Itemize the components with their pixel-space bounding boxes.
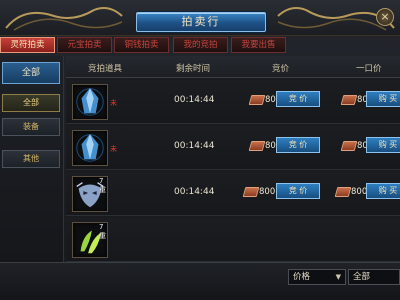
dragon-ornament-left-icon: [5, 7, 123, 31]
time-remaining: 00:14:44: [174, 187, 215, 197]
bid-price: 80: [265, 141, 276, 151]
close-button[interactable]: ×: [376, 8, 394, 26]
item-enhance-level: 7重: [99, 177, 106, 194]
item-slot[interactable]: 7重: [72, 222, 108, 258]
header-item: 竞拍道具: [88, 64, 123, 74]
talisman-coin-icon: [248, 95, 266, 105]
talisman-coin-icon: [340, 141, 358, 151]
buy-button[interactable]: 购 买: [366, 183, 400, 199]
talisman-coin-icon: [334, 187, 352, 197]
blue-crystal-icon: [76, 133, 104, 162]
caret-down-icon: ▼: [335, 273, 341, 281]
category-select[interactable]: 全部: [348, 269, 400, 285]
sidebar-item-other[interactable]: 其他: [2, 150, 60, 168]
bid-button[interactable]: 竞 价: [276, 183, 320, 199]
item-slot[interactable]: 7重: [72, 176, 108, 212]
list-header: 竞拍道具 剩余时间 竞价 一口价: [66, 56, 400, 78]
talisman-coin-icon: [340, 95, 358, 105]
bid-button[interactable]: 竞 价: [276, 91, 320, 107]
sidebar-item-equipment[interactable]: 装备: [2, 118, 60, 136]
tab-sell[interactable]: 我要出售: [231, 37, 286, 53]
table-row[interactable]: 未 00:14:44 80 竞 价 80 购 买: [66, 80, 400, 124]
item-slot[interactable]: [72, 130, 108, 166]
item-slot[interactable]: [72, 84, 108, 120]
sort-select-value: 价格: [293, 272, 311, 282]
sort-select[interactable]: 价格 ▼: [288, 269, 346, 285]
table-row[interactable]: 7重: [66, 218, 400, 262]
bid-button[interactable]: 竞 价: [276, 137, 320, 153]
time-remaining: 00:14:44: [174, 95, 215, 105]
bid-price: 800: [259, 187, 276, 197]
sidebar-item-all[interactable]: 全部: [2, 94, 60, 112]
category-select-value: 全部: [353, 272, 371, 282]
header-buyout: 一口价: [356, 64, 382, 74]
talisman-coin-icon: [248, 141, 266, 151]
buy-button[interactable]: 购 买: [366, 91, 400, 107]
buyout-price: 800: [351, 187, 368, 197]
talisman-coin-icon: [242, 187, 260, 197]
tab-bar: 灵符拍卖 元宝拍卖 铜钱拍卖 我的竞拍 我要出售: [0, 36, 400, 54]
blue-crystal-icon: [76, 87, 104, 116]
auction-list: 竞拍道具 剩余时间 竞价 一口价 未 00:14:44 80 竞 价 80 购 …: [66, 56, 400, 262]
tab-talisman-auction[interactable]: 灵符拍卖: [0, 37, 55, 53]
auction-window: 拍卖行 × 灵符拍卖 元宝拍卖 铜钱拍卖 我的竞拍 我要出售 全部 全部 装备 …: [0, 0, 400, 300]
header-ornament: 拍卖行 ×: [0, 0, 400, 36]
item-mark: 未: [110, 99, 117, 107]
tab-my-bids[interactable]: 我的竞拍: [173, 37, 228, 53]
tab-copper-auction[interactable]: 铜钱拍卖: [114, 37, 169, 53]
header-time: 剩余时间: [176, 64, 211, 74]
bid-price: 80: [265, 95, 276, 105]
window-title: 拍卖行: [136, 12, 266, 32]
tab-yuanbao-auction[interactable]: 元宝拍卖: [57, 37, 112, 53]
category-sidebar: 全部 全部 装备 其他: [0, 56, 64, 262]
time-remaining: 00:14:44: [174, 141, 215, 151]
item-enhance-level: 7重: [99, 223, 106, 240]
item-mark: 未: [110, 145, 117, 153]
buy-button[interactable]: 购 买: [366, 137, 400, 153]
filter-bar: 价格 ▼ 全部: [0, 262, 400, 300]
sidebar-item-all-main[interactable]: 全部: [2, 62, 60, 84]
header-bid: 竞价: [272, 64, 290, 74]
table-row[interactable]: 未 00:14:44 80 竞 价 80 购 买: [66, 126, 400, 170]
table-row[interactable]: 7重 00:14:44 800 竞 价 800 购 买: [66, 172, 400, 216]
